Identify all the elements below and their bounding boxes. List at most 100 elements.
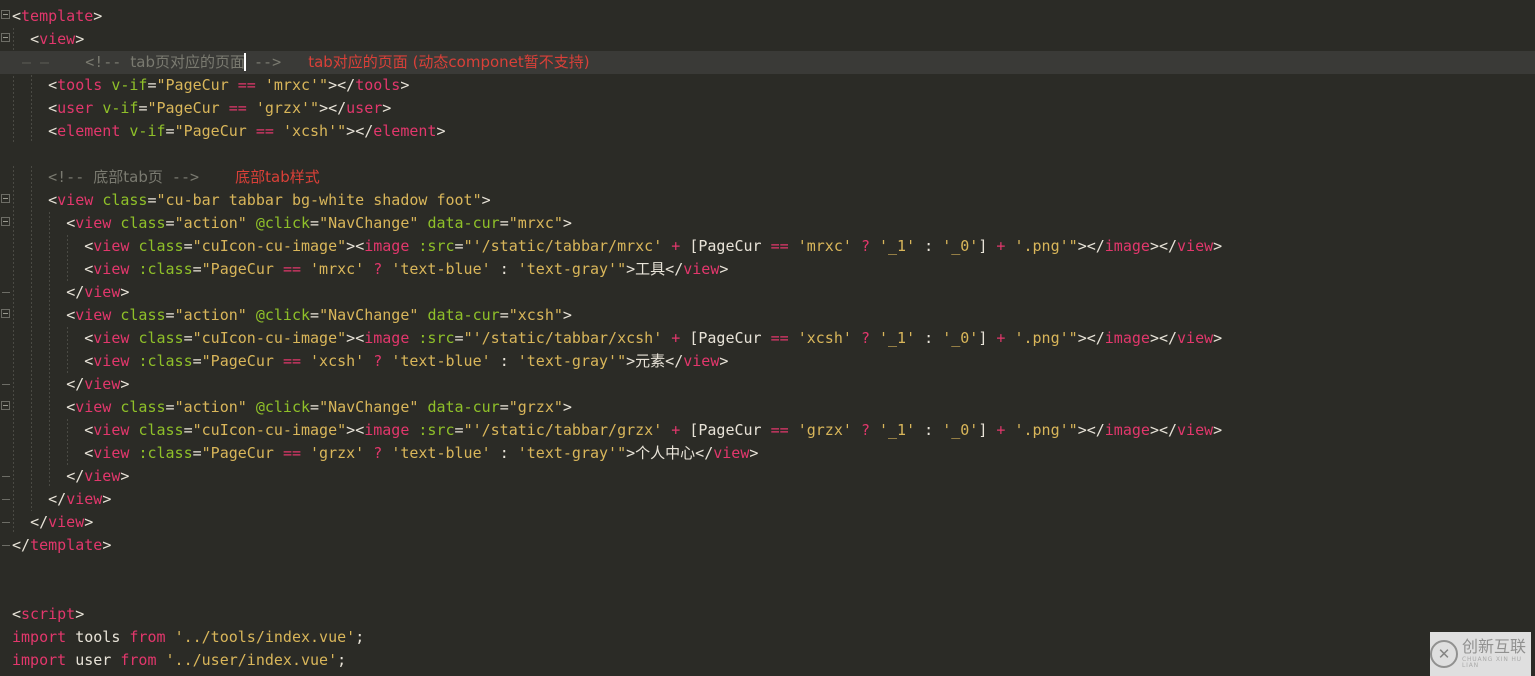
code-token: =	[310, 306, 320, 324]
code-token: +	[671, 421, 681, 439]
code-token: import	[12, 672, 66, 676]
code-token: tab对应的页面 (动态componet暂不支持)	[308, 53, 590, 71]
code-token: user	[346, 99, 383, 117]
code-editor[interactable]: <template> <view> — — <!-- tab页对应的页面 --> …	[0, 0, 1535, 676]
code-token: >	[120, 375, 130, 393]
code-token: ;	[337, 651, 347, 669]
code-line[interactable]: import element from '../element/index.vu…	[0, 672, 1535, 676]
code-token: view	[1177, 329, 1214, 347]
code-line[interactable]: <element v-if="PageCur == 'xcsh'"></elem…	[0, 120, 1535, 143]
code-token: element	[66, 672, 147, 676]
code-token: <	[12, 605, 22, 623]
code-token: @click	[255, 306, 311, 324]
code-line[interactable]	[0, 557, 1535, 580]
code-line[interactable]: <view :class="PageCur == 'xcsh' ? 'text-…	[0, 350, 1535, 373]
code-line[interactable]: <view class="action" @click="NavChange" …	[0, 304, 1535, 327]
code-token: image	[1104, 329, 1150, 347]
code-token: data-cur	[427, 214, 500, 232]
code-token: 'mrxc'	[310, 260, 365, 278]
code-token: ==	[770, 329, 789, 347]
code-token: ;	[355, 628, 365, 646]
code-line[interactable]: <!-- 底部tab页 --> 底部tab样式	[0, 166, 1535, 189]
code-token: </	[665, 352, 684, 370]
code-line[interactable]: <user v-if="PageCur == 'grzx'"></user>	[0, 97, 1535, 120]
code-token: "'/static/tabbar/grzx'	[463, 421, 663, 439]
code-token: element	[373, 122, 437, 140]
code-line[interactable]: <view>	[0, 28, 1535, 51]
code-token: >	[328, 76, 338, 94]
code-token: >	[1149, 237, 1159, 255]
code-line[interactable]: </view>	[0, 373, 1535, 396]
code-token: <	[84, 237, 94, 255]
watermark-text: 创新互联 CHUANG XIN HU LIAN	[1462, 639, 1531, 669]
code-line[interactable]: <template>	[0, 5, 1535, 28]
code-line[interactable]: <view class="action" @click="NavChange" …	[0, 396, 1535, 419]
code-token: script	[21, 605, 76, 623]
code-token: ?	[860, 421, 870, 439]
code-token: data-cur	[427, 306, 500, 324]
code-line[interactable]: <view :class="PageCur == 'grzx' ? 'text-…	[0, 442, 1535, 465]
code-token: <	[48, 76, 58, 94]
code-token: tools	[355, 76, 401, 94]
code-token: =	[454, 329, 464, 347]
code-token: "PageCur	[147, 99, 220, 117]
code-token: =	[454, 237, 464, 255]
code-token: class	[120, 306, 166, 324]
code-line[interactable]: </view>	[0, 465, 1535, 488]
code-token: </	[30, 513, 49, 531]
code-line[interactable]	[0, 143, 1535, 166]
code-line[interactable]: </view>	[0, 488, 1535, 511]
code-token: "cu-bar tabbar bg-white shadow foot"	[156, 191, 482, 209]
code-token: data-cur	[427, 398, 500, 416]
code-token: image	[364, 421, 410, 439]
code-token: [	[680, 237, 699, 255]
code-line[interactable]: import tools from '../tools/index.vue';	[0, 626, 1535, 649]
code-line[interactable]: <view class="cuIcon-cu-image"><image :sr…	[0, 235, 1535, 258]
code-token: [	[680, 329, 699, 347]
code-line[interactable]: <view :class="PageCur == 'mrxc' ? 'text-…	[0, 258, 1535, 281]
code-token: PageCur	[698, 421, 762, 439]
code-token: ==	[282, 444, 301, 462]
code-line[interactable]: <view class="cuIcon-cu-image"><image :sr…	[0, 327, 1535, 350]
code-line[interactable]: </view>	[0, 281, 1535, 304]
code-line[interactable]: <view class="action" @click="NavChange" …	[0, 212, 1535, 235]
code-line[interactable]: </template>	[0, 534, 1535, 557]
code-line[interactable]: <view class="cuIcon-cu-image"><image :sr…	[0, 419, 1535, 442]
code-line[interactable]: — — <!-- tab页对应的页面 --> tab对应的页面 (动态compo…	[0, 51, 1535, 74]
code-token: <	[355, 237, 365, 255]
code-line[interactable]: </view>	[0, 511, 1535, 534]
code-line[interactable]: <script>	[0, 603, 1535, 626]
code-token: </	[1086, 421, 1105, 439]
code-line[interactable]: <view class="cu-bar tabbar bg-white shad…	[0, 189, 1535, 212]
code-token: +	[996, 421, 1006, 439]
code-token: view	[93, 329, 130, 347]
code-token: '../tools/index.vue'	[174, 628, 356, 646]
code-token: PageCur	[698, 329, 762, 347]
code-token: ]	[978, 237, 988, 255]
code-token: ?	[373, 260, 383, 278]
code-token: >	[319, 99, 329, 117]
code-line[interactable]: import user from '../user/index.vue';	[0, 649, 1535, 672]
code-token: =	[454, 421, 464, 439]
code-token: class	[120, 398, 166, 416]
code-token: >	[481, 191, 491, 209]
code-line[interactable]	[0, 580, 1535, 603]
code-lines[interactable]: <template> <view> — — <!-- tab页对应的页面 --> …	[0, 0, 1535, 676]
code-line[interactable]: <tools v-if="PageCur == 'mrxc'"></tools>	[0, 74, 1535, 97]
